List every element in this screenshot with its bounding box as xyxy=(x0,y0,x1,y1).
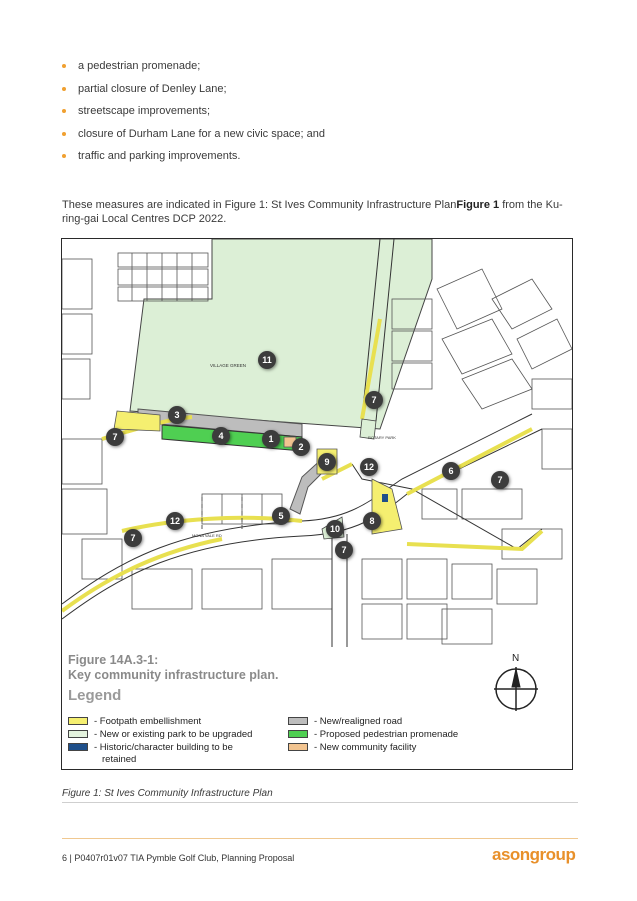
bullet-text: partial closure of Denley Lane; xyxy=(78,82,227,95)
legend-label-road: - New/realigned road xyxy=(314,716,403,727)
marker-6: 6 xyxy=(442,462,460,480)
bullet-text: streetscape improvements; xyxy=(78,105,211,117)
bullet-icon xyxy=(62,131,66,136)
marker-10: 10 xyxy=(326,520,344,538)
bullet-icon xyxy=(62,154,66,158)
village-green-label: VILLAGE GREEN xyxy=(210,363,246,368)
paragraph-text: These measures are indicated in Figure 1… xyxy=(62,199,457,211)
mona-vale-rd-label: MONA VALE RD xyxy=(192,533,222,538)
infrastructure-plan-figure: VILLAGE GREEN ROTARY PARK MONA VALE RD N… xyxy=(61,238,573,770)
legend-swatch-promenade xyxy=(288,730,308,738)
site-map: VILLAGE GREEN ROTARY PARK MONA VALE RD N xyxy=(62,239,572,769)
marker-2: 2 xyxy=(292,438,310,456)
rotary-park-label: ROTARY PARK xyxy=(368,435,396,440)
list-item: traffic and parking improvements. xyxy=(62,148,582,171)
caption-divider xyxy=(62,802,578,803)
legend-label-footpath: - Footpath embellishment xyxy=(94,716,202,727)
bullet-icon xyxy=(62,109,66,113)
legend-swatch-road xyxy=(288,717,308,725)
marker-4: 4 xyxy=(212,427,230,445)
body-paragraph: These measures are indicated in Figure 1… xyxy=(62,198,582,226)
figure-title: Figure 14A.3-1: Key community infrastruc… xyxy=(68,653,278,683)
marker-7: 7 xyxy=(335,541,353,559)
legend-title: Legend xyxy=(68,687,122,704)
marker-7: 7 xyxy=(106,428,124,446)
marker-7: 7 xyxy=(365,391,383,409)
legend-label-facility: - New community facility xyxy=(314,742,417,753)
bullet-text: traffic and parking improvements. xyxy=(78,150,241,162)
legend-swatch-facility xyxy=(288,743,308,751)
figure-reference-link[interactable]: Figure 1 xyxy=(456,199,499,211)
marker-11: 11 xyxy=(258,351,276,369)
bullet-text: closure of Durham Lane for a new civic s… xyxy=(78,127,326,140)
legend-swatch-historic xyxy=(68,743,88,751)
marker-7: 7 xyxy=(491,471,509,489)
north-label: N xyxy=(512,653,519,664)
legend-label-promenade: - Proposed pedestrian promenade xyxy=(314,729,459,740)
page-footer: 6 | P0407r01v07 TIA Pymble Golf Club, Pl… xyxy=(62,853,295,863)
marker-12: 12 xyxy=(166,512,184,530)
marker-8: 8 xyxy=(363,512,381,530)
marker-3: 3 xyxy=(168,406,186,424)
bullet-list: a pedestrian promenade; partial closure … xyxy=(62,58,582,171)
marker-5: 5 xyxy=(272,507,290,525)
list-item: streetscape improvements; xyxy=(62,103,582,126)
figure-caption: Figure 1: St Ives Community Infrastructu… xyxy=(62,788,273,799)
list-item: closure of Durham Lane for a new civic s… xyxy=(62,126,582,149)
list-item: partial closure of Denley Lane; xyxy=(62,81,582,104)
footer-divider xyxy=(62,838,578,839)
marker-1: 1 xyxy=(262,430,280,448)
figure-title-line1: Figure 14A.3-1: xyxy=(68,653,159,667)
legend-label-historic: - Historic/character building to be xyxy=(94,742,233,753)
village-green-park xyxy=(129,239,433,430)
figure-title-line2: Key community infrastructure plan. xyxy=(68,668,279,682)
marker-7: 7 xyxy=(124,529,142,547)
legend-swatch-park xyxy=(68,730,88,738)
legend-label-historic-cont: retained xyxy=(102,754,137,765)
marker-12: 12 xyxy=(360,458,378,476)
bullet-icon xyxy=(62,64,66,68)
bullet-text: a pedestrian promenade; xyxy=(78,60,201,72)
marker-9: 9 xyxy=(318,453,336,471)
bullet-icon xyxy=(62,86,66,91)
list-item: a pedestrian promenade; xyxy=(62,58,582,81)
asongroup-logo: asongroup xyxy=(492,845,576,864)
footpath-plaza xyxy=(113,410,161,432)
legend-swatch-footpath xyxy=(68,717,88,725)
historic-building xyxy=(382,494,388,502)
legend-label-park: - New or existing park to be upgraded xyxy=(94,729,253,740)
